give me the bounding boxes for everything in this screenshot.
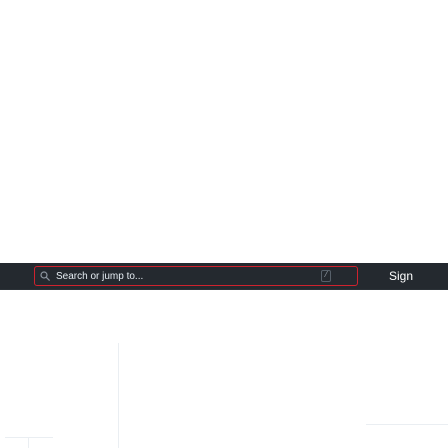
page: Search or jump to... / Sign [0, 0, 448, 448]
content-divider-right [366, 424, 448, 425]
content-divider-left-tick [28, 437, 29, 448]
search-placeholder: Search or jump to... [56, 271, 144, 282]
search-icon [40, 271, 50, 281]
sign-in-link[interactable]: Sign [389, 268, 413, 284]
content-divider-left [5, 437, 53, 438]
search-shortcut-key: / [321, 270, 331, 282]
search-input[interactable]: Search or jump to... / [34, 266, 358, 286]
content-divider-vertical [118, 343, 119, 448]
blank-viewport-area [0, 0, 448, 263]
